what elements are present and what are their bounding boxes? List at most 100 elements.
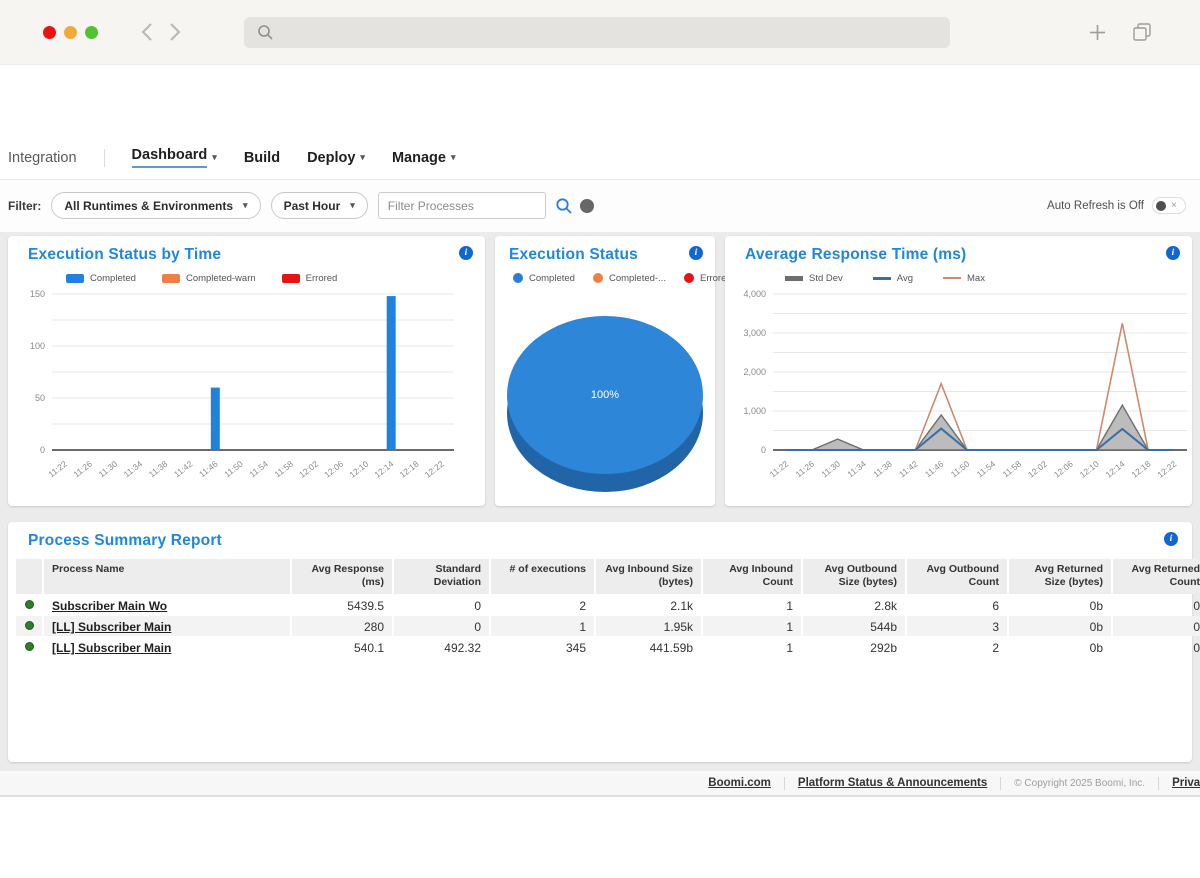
- card-title: Average Response Time (ms): [745, 246, 966, 264]
- process-name-link[interactable]: Subscriber Main Wo: [44, 595, 290, 615]
- column-header[interactable]: Avg Inbound Size (bytes): [596, 559, 701, 594]
- search-icon[interactable]: [555, 197, 573, 215]
- filter-bar: Filter: All Runtimes & Environments▾ Pas…: [0, 180, 1200, 232]
- svg-text:11:58: 11:58: [272, 459, 295, 480]
- table-cell: 0b: [1009, 637, 1111, 657]
- browser-chrome: [0, 0, 1200, 65]
- page-footer: Boomi.com Platform Status & Announcement…: [0, 770, 1200, 797]
- nav-integration[interactable]: Integration: [8, 150, 77, 166]
- boomi-com-link[interactable]: Boomi.com: [695, 777, 784, 789]
- nav-divider: [104, 149, 105, 167]
- table-cell: 5439.5: [292, 595, 392, 615]
- table-cell: 540.1: [292, 637, 392, 657]
- info-icon[interactable]: i: [689, 246, 703, 260]
- svg-text:12:02: 12:02: [297, 459, 320, 480]
- svg-text:11:34: 11:34: [122, 459, 145, 480]
- close-icon: ×: [1171, 201, 1177, 211]
- table-cell: 6: [907, 595, 1007, 615]
- info-icon[interactable]: i: [1164, 532, 1178, 546]
- platform-status-link[interactable]: Platform Status & Announcements: [785, 777, 1000, 789]
- svg-text:11:22: 11:22: [46, 459, 69, 480]
- nav-dashboard[interactable]: Dashboard▾: [132, 147, 217, 168]
- legend-swatch: [162, 274, 180, 283]
- table-cell: 1.95k: [596, 616, 701, 636]
- auto-refresh-toggle[interactable]: ×: [1152, 197, 1186, 214]
- browser-forward-icon[interactable]: [168, 22, 182, 42]
- column-header[interactable]: Avg Returned Size (bytes): [1009, 559, 1111, 594]
- status-green-icon: [25, 600, 34, 609]
- svg-text:11:38: 11:38: [147, 459, 170, 480]
- zoom-window-button[interactable]: [85, 26, 98, 39]
- main-navigation: Integration Dashboard▾ Build Deploy▾ Man…: [0, 147, 1200, 180]
- table-cell: 1: [703, 595, 801, 615]
- svg-text:1,000: 1,000: [743, 406, 766, 416]
- column-header[interactable]: Avg Outbound Size (bytes): [803, 559, 905, 594]
- nav-manage[interactable]: Manage▾: [392, 150, 456, 166]
- table-row: Subscriber Main Wo5439.5022.1k12.8k60b0: [16, 595, 1200, 615]
- process-name-link[interactable]: [LL] Subscriber Main: [44, 637, 290, 657]
- svg-text:50: 50: [35, 393, 45, 403]
- filter-processes-input[interactable]: [378, 192, 546, 219]
- legend-item: Completed-warn: [162, 273, 256, 284]
- svg-text:12:22: 12:22: [423, 459, 446, 480]
- svg-text:100: 100: [30, 341, 45, 351]
- status-green-icon: [25, 642, 34, 651]
- table-cell: 492.32: [394, 637, 489, 657]
- executions-bar-chart: 05010015011:2211:2611:3011:3411:3811:421…: [8, 286, 468, 498]
- nav-build[interactable]: Build: [244, 150, 280, 166]
- svg-text:0: 0: [761, 445, 766, 455]
- process-summary-report-card: Process Summary Report i Process NameAvg…: [8, 522, 1192, 762]
- column-header[interactable]: Avg Returned Count: [1113, 559, 1200, 594]
- runtime-filter-dropdown[interactable]: All Runtimes & Environments▾: [51, 192, 260, 219]
- process-name-link[interactable]: [LL] Subscriber Main: [44, 616, 290, 636]
- column-header[interactable]: Process Name: [44, 559, 290, 594]
- new-tab-icon[interactable]: [1089, 24, 1106, 41]
- info-icon[interactable]: i: [1166, 246, 1180, 260]
- svg-text:12:14: 12:14: [372, 459, 395, 480]
- table-row: [LL] Subscriber Main540.1492.32345441.59…: [16, 637, 1200, 657]
- info-icon[interactable]: i: [459, 246, 473, 260]
- execution-status-card: Execution Status i CompletedCompleted-..…: [495, 236, 715, 506]
- table-cell: 2.1k: [596, 595, 701, 615]
- tab-overview-icon[interactable]: [1132, 23, 1152, 41]
- browser-back-icon[interactable]: [140, 22, 154, 42]
- svg-text:11:42: 11:42: [172, 459, 195, 480]
- bar-12:14: [387, 296, 396, 450]
- minimize-window-button[interactable]: [64, 26, 77, 39]
- table-cell: 2.8k: [803, 595, 905, 615]
- table-title: Process Summary Report: [28, 532, 222, 550]
- pie-slice-completed[interactable]: 100%: [507, 316, 703, 474]
- table-cell: 0: [1113, 595, 1200, 615]
- svg-text:11:54: 11:54: [975, 459, 998, 480]
- status-cell: [16, 637, 42, 657]
- nav-deploy[interactable]: Deploy▾: [307, 150, 365, 166]
- execution-status-by-time-card: Execution Status by Time i CompletedComp…: [8, 236, 485, 506]
- svg-text:11:22: 11:22: [768, 459, 791, 480]
- legend-swatch: [873, 277, 891, 280]
- column-header[interactable]: Avg Outbound Count: [907, 559, 1007, 594]
- response-time-line-chart: 01,0002,0003,0004,00011:2211:2611:3011:3…: [725, 286, 1192, 498]
- chevron-down-icon: ▾: [451, 152, 456, 163]
- legend-item: Completed-...: [593, 273, 666, 284]
- privacy-link[interactable]: Privacy: [1159, 777, 1200, 789]
- table-cell: 280: [292, 616, 392, 636]
- address-bar[interactable]: [244, 17, 950, 48]
- table-cell: 0: [1113, 637, 1200, 657]
- svg-text:11:30: 11:30: [97, 459, 120, 480]
- column-header[interactable]: # of executions: [491, 559, 594, 594]
- time-filter-dropdown[interactable]: Past Hour▾: [271, 192, 368, 219]
- table-cell: 1: [703, 637, 801, 657]
- close-window-button[interactable]: [43, 26, 56, 39]
- column-header[interactable]: Avg Inbound Count: [703, 559, 801, 594]
- svg-text:11:46: 11:46: [923, 459, 946, 480]
- pie-slice-label: 100%: [591, 389, 619, 401]
- legend-item: Max: [943, 273, 985, 284]
- table-cell: 1: [703, 616, 801, 636]
- filter-label: Filter:: [8, 199, 41, 213]
- svg-text:11:58: 11:58: [1001, 459, 1024, 480]
- column-header[interactable]: Avg Response (ms): [292, 559, 392, 594]
- column-header[interactable]: Standard Deviation: [394, 559, 489, 594]
- table-row: [LL] Subscriber Main280011.95k1544b30b0: [16, 616, 1200, 636]
- legend-swatch: [943, 277, 961, 279]
- toggle-knob: [1156, 201, 1166, 211]
